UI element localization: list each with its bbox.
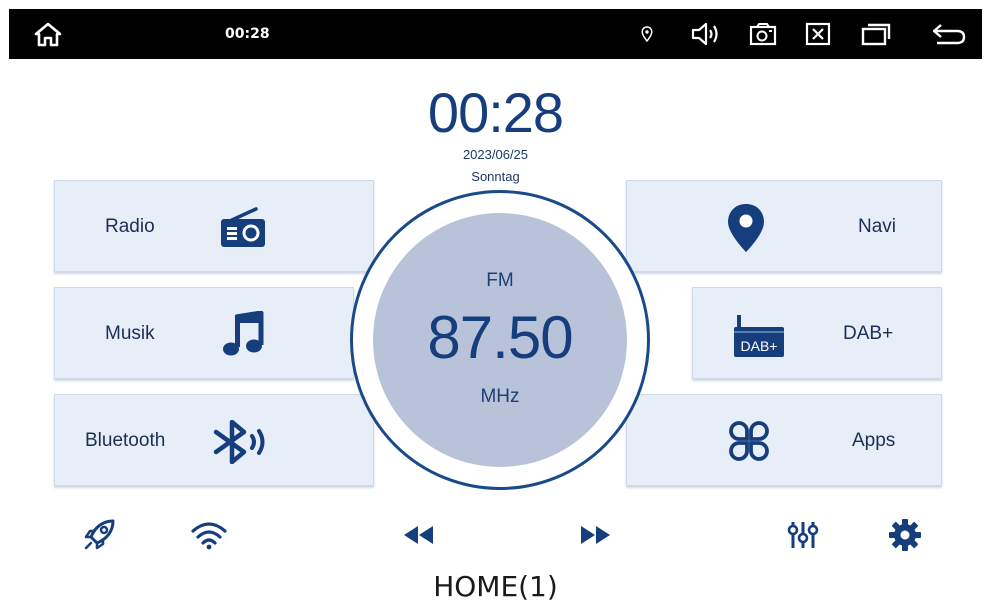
- equalizer-icon[interactable]: [778, 510, 828, 560]
- screen-caption: HOME(1): [433, 570, 558, 603]
- back-icon[interactable]: [929, 9, 969, 59]
- location-icon: [637, 9, 657, 59]
- home-icon[interactable]: [31, 9, 65, 59]
- dab-radio-icon: DAB+: [729, 310, 789, 360]
- apps-grid-icon: [727, 419, 771, 463]
- settings-icon[interactable]: [880, 510, 930, 560]
- tuner-band: FM: [486, 270, 514, 291]
- musik-label: Musik: [105, 323, 155, 344]
- wifi-icon[interactable]: [184, 510, 234, 560]
- radio-label: Radio: [105, 216, 155, 237]
- radio-tile[interactable]: Radio: [54, 180, 374, 272]
- dab-icon-text: DAB+: [741, 338, 778, 354]
- musik-tile[interactable]: Musik: [54, 287, 354, 379]
- navigation-pin-icon: [721, 201, 771, 255]
- rewind-icon[interactable]: [394, 510, 444, 560]
- bluetooth-label: Bluetooth: [85, 430, 166, 451]
- apps-label: Apps: [852, 430, 896, 451]
- bluetooth-tile[interactable]: Bluetooth: [54, 394, 374, 486]
- recent-apps-icon[interactable]: [857, 9, 895, 59]
- music-note-icon: [215, 310, 271, 360]
- apps-tile[interactable]: Apps: [626, 394, 942, 486]
- screenshot-icon[interactable]: [744, 9, 782, 59]
- navi-label: Navi: [858, 216, 897, 237]
- clock-time: 00:28: [427, 81, 564, 144]
- status-bar: 00:28: [9, 9, 982, 59]
- rocket-icon[interactable]: [74, 510, 124, 560]
- fast-forward-icon[interactable]: [570, 510, 620, 560]
- clock-date: 2023/06/25: [462, 147, 529, 162]
- radio-icon: [213, 205, 273, 251]
- bluetooth-icon: [205, 419, 281, 465]
- close-window-icon[interactable]: [799, 9, 837, 59]
- navi-tile[interactable]: Navi: [626, 180, 942, 272]
- tuner-unit: MHz: [480, 386, 520, 407]
- dab-label: DAB+: [843, 323, 894, 344]
- dab-tile[interactable]: DAB+ DAB+: [692, 287, 942, 379]
- status-time: 00:28: [225, 26, 270, 42]
- tuner-frequency: 87.50: [427, 304, 573, 371]
- volume-icon[interactable]: [687, 9, 725, 59]
